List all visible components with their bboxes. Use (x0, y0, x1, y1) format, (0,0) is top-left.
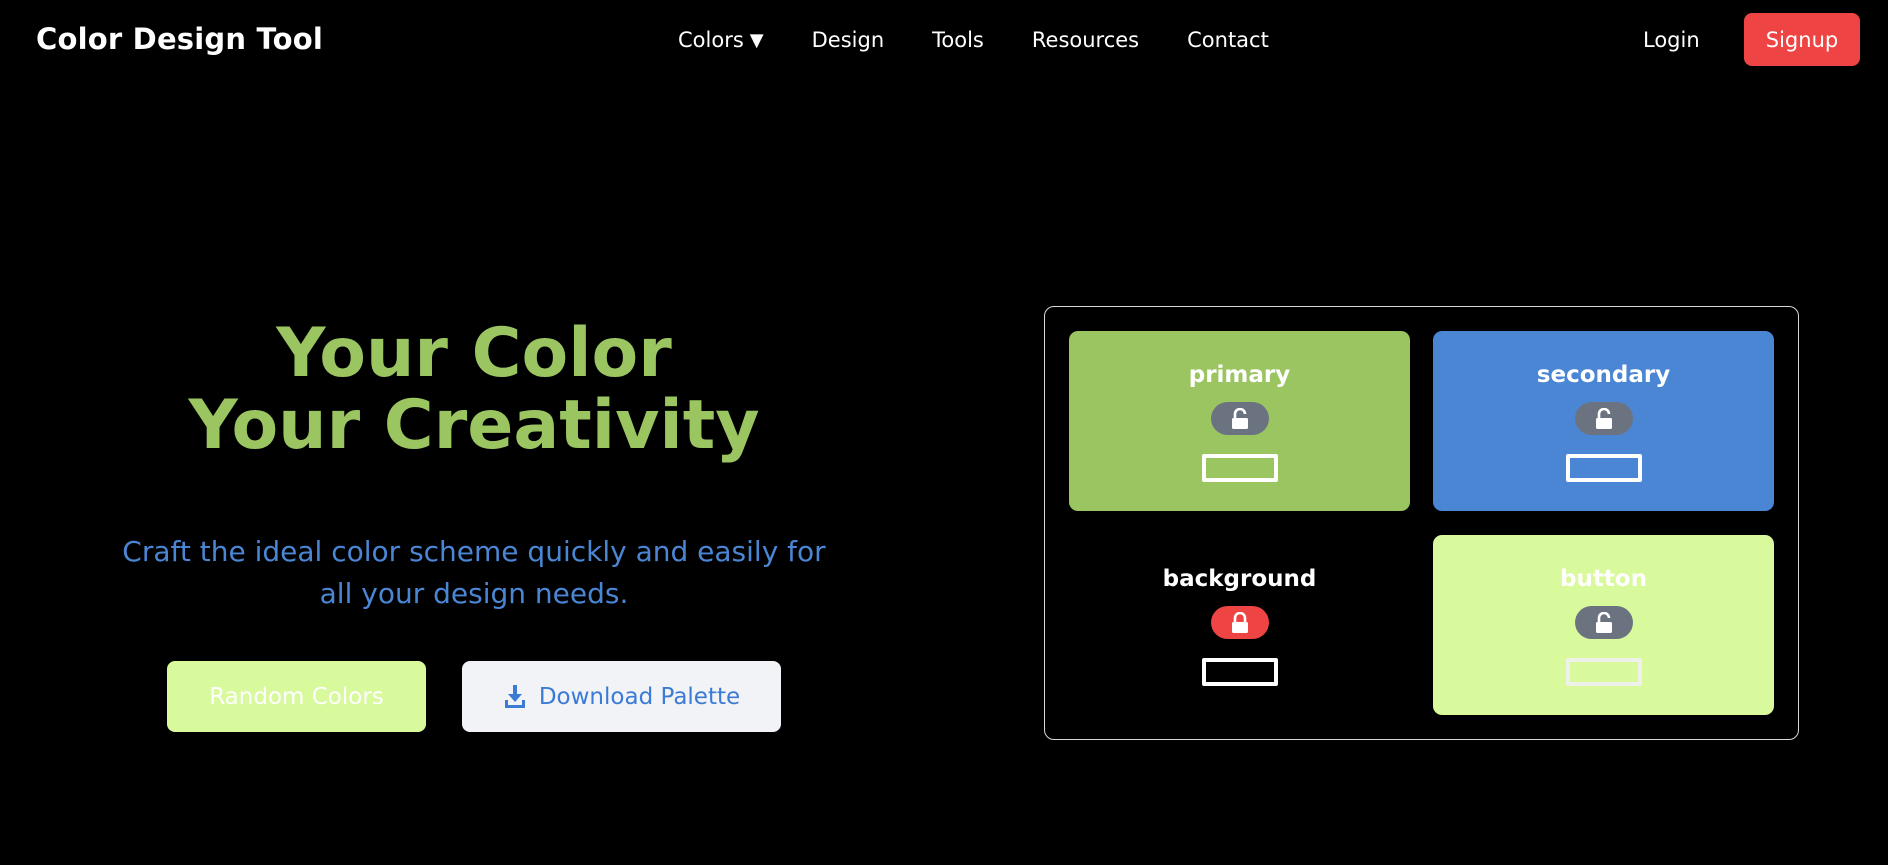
nav-item-resources[interactable]: Resources (1032, 28, 1139, 52)
unlock-icon (1231, 407, 1248, 429)
swatch-label: primary (1188, 362, 1291, 388)
random-colors-button[interactable]: Random Colors (167, 661, 426, 732)
download-palette-label: Download Palette (538, 683, 741, 710)
nav-item-tools[interactable]: Tools (932, 28, 984, 52)
nav-item-design[interactable]: Design (812, 28, 885, 52)
color-picker-input[interactable] (1565, 454, 1642, 482)
nav-item-colors[interactable]: Colors ▼ (678, 28, 764, 52)
color-picker-input[interactable] (1201, 454, 1278, 482)
download-icon (504, 684, 525, 708)
chevron-down-icon: ▼ (749, 29, 764, 51)
lock-toggle-button[interactable] (1574, 402, 1633, 435)
brand-logo-text[interactable]: Color Design Tool (36, 22, 323, 56)
hero-subtitle: Craft the ideal color scheme quickly and… (122, 535, 826, 610)
lock-icon (1231, 611, 1248, 633)
signup-button[interactable]: Signup (1744, 13, 1860, 66)
main-nav: Colors ▼ Design Tools Resources Contact (678, 28, 1269, 52)
nav-item-contact[interactable]: Contact (1187, 28, 1269, 52)
lock-toggle-button[interactable] (1210, 606, 1269, 639)
swatch-button[interactable]: button (1433, 535, 1774, 715)
swatch-label: secondary (1536, 362, 1671, 388)
palette-panel: primary secondary background button (1044, 306, 1799, 740)
swatch-label: background (1162, 566, 1317, 592)
download-palette-button[interactable]: Download Palette (462, 661, 781, 732)
hero-title: Your Color Your Creativity (80, 318, 868, 462)
hero-title-line-1: Your Color (276, 314, 672, 393)
lock-toggle-button[interactable] (1574, 606, 1633, 639)
hero-title-line-2: Your Creativity (188, 386, 760, 465)
color-picker-input[interactable] (1201, 658, 1278, 686)
swatch-background[interactable]: background (1069, 535, 1410, 715)
swatch-secondary[interactable]: secondary (1433, 331, 1774, 511)
lock-toggle-button[interactable] (1210, 402, 1269, 435)
swatch-label: button (1559, 566, 1647, 592)
login-link[interactable]: Login (1643, 28, 1700, 52)
page: Color Design Tool Colors ▼ Design Tools … (0, 0, 1888, 865)
unlock-icon (1595, 611, 1612, 633)
swatch-primary[interactable]: primary (1069, 331, 1410, 511)
color-picker-input[interactable] (1565, 658, 1642, 686)
nav-item-label: Colors (678, 28, 744, 52)
unlock-icon (1595, 407, 1612, 429)
